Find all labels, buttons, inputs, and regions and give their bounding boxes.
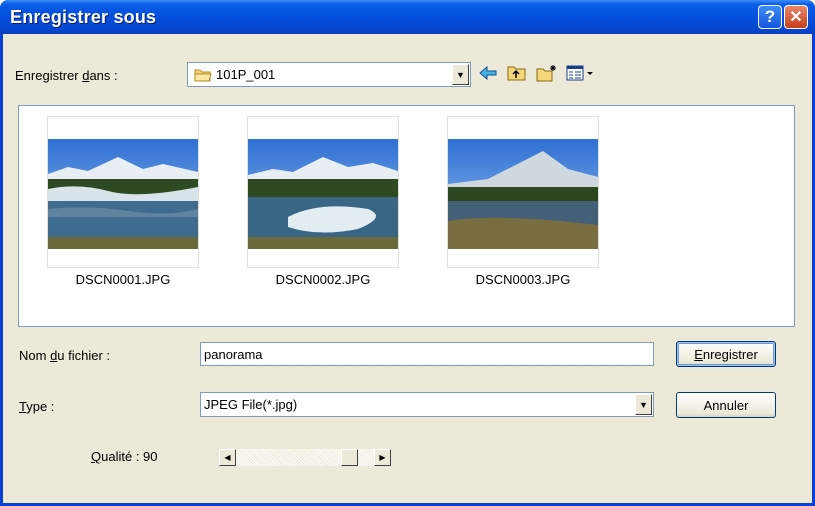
help-icon: ?: [764, 7, 776, 26]
save-as-dialog: Enregistrer sous ? ✕ Enregistrer dans : …: [0, 0, 815, 506]
file-list[interactable]: DSCN0001.JPG DSCN0002.JPG DSCN0003.JPG: [18, 105, 795, 327]
arrow-left-icon: ◀: [224, 453, 231, 462]
dialog-body: Enregistrer dans : 101P_001 ▼ DSCN0001.J…: [3, 34, 812, 503]
type-label: Type :: [19, 399, 55, 414]
title-bar[interactable]: Enregistrer sous ? ✕: [0, 0, 815, 34]
save-in-dropdown-button[interactable]: ▼: [452, 64, 469, 85]
window-title: Enregistrer sous: [10, 7, 157, 27]
chevron-down-icon: ▼: [639, 399, 648, 410]
type-dropdown-button[interactable]: ▼: [635, 394, 652, 415]
up-folder-icon[interactable]: [507, 64, 527, 82]
save-in-dropdown[interactable]: 101P_001 ▼: [187, 62, 471, 87]
arrow-right-icon: ▶: [379, 453, 386, 462]
type-value: JPEG File(*.jpg): [204, 397, 298, 412]
folder-icon: [194, 69, 212, 82]
file-item-dscn0003[interactable]: [447, 116, 599, 268]
filename-value: panorama: [204, 347, 263, 362]
scroll-right-button[interactable]: ▶: [374, 449, 391, 466]
close-button[interactable]: ✕: [784, 5, 808, 29]
back-arrow-icon[interactable]: [478, 64, 498, 82]
photo-thumbnail-icon: [248, 139, 398, 249]
save-in-label: Enregistrer dans :: [15, 68, 118, 83]
view-menu-icon[interactable]: [566, 64, 596, 82]
new-folder-icon[interactable]: [536, 64, 558, 82]
photo-thumbnail-icon: [448, 139, 598, 249]
file-name-label: DSCN0002.JPG: [275, 272, 371, 287]
file-name-label: DSCN0001.JPG: [75, 272, 171, 287]
filename-input[interactable]: panorama: [200, 342, 654, 366]
save-button[interactable]: Enregistrer: [676, 341, 776, 367]
chevron-down-icon: ▼: [456, 69, 465, 80]
cancel-button[interactable]: Annuler: [676, 392, 776, 418]
type-dropdown[interactable]: JPEG File(*.jpg) ▼: [200, 392, 654, 417]
filename-label: Nom du fichier :: [19, 348, 111, 363]
close-icon: ✕: [789, 9, 803, 26]
scroll-left-button[interactable]: ◀: [219, 449, 236, 466]
quality-thumb[interactable]: [341, 449, 358, 466]
file-name-label: DSCN0003.JPG: [475, 272, 571, 287]
save-in-value: 101P_001: [216, 67, 276, 82]
file-item-dscn0001[interactable]: [47, 116, 199, 268]
help-button[interactable]: ?: [758, 5, 782, 29]
quality-label: Qualité : 90: [91, 449, 158, 464]
file-item-dscn0002[interactable]: [247, 116, 399, 268]
quality-slider[interactable]: ◀ ▶: [219, 449, 391, 466]
photo-thumbnail-icon: [48, 139, 198, 249]
